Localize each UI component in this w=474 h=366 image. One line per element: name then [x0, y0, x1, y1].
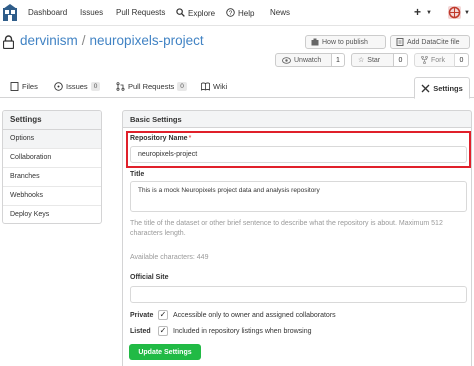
- sidebar-item-webhooks[interactable]: Webhooks: [3, 187, 101, 206]
- repo-tabs: Files Issues 0 Pull Requests 0 Wiki: [0, 77, 474, 98]
- required-marker: *: [188, 135, 192, 142]
- nav-help-label: Help: [238, 9, 255, 18]
- how-to-publish-label: How to publish: [322, 38, 368, 46]
- tab-issues-label: Issues: [66, 82, 88, 91]
- checkmark-icon: ✓: [159, 310, 167, 319]
- svg-text:?: ?: [229, 10, 233, 17]
- title-label: Title: [130, 171, 145, 178]
- eye-icon: [282, 56, 291, 64]
- tab-wiki[interactable]: Wiki: [201, 82, 227, 91]
- tab-pull-requests-label: Pull Requests: [128, 82, 175, 91]
- repo-owner-link[interactable]: dervinism: [20, 33, 78, 48]
- listed-row: Listed ✓ Included in repository listings…: [130, 326, 312, 336]
- fork-icon: [421, 56, 428, 64]
- title-help-text: The title of the dataset or other brief …: [130, 220, 443, 237]
- sidebar-item-deploy-keys[interactable]: Deploy Keys: [3, 206, 101, 223]
- nav-explore-label: Explore: [188, 9, 216, 18]
- repository-name-label: Repository Name*: [130, 135, 191, 142]
- code-file-icon: [10, 82, 19, 91]
- help-icon: ?: [226, 8, 235, 17]
- fork-button[interactable]: Fork: [414, 53, 455, 67]
- repository-name-input[interactable]: neuropixels-project: [130, 146, 467, 163]
- sidebar-header: Settings: [3, 111, 101, 130]
- top-navbar: Dashboard Issues Pull Requests Explore ?…: [0, 0, 474, 26]
- pull-request-icon: [116, 82, 125, 91]
- private-row: Private ✓ Accessible only to owner and a…: [130, 310, 336, 320]
- available-characters: Available characters: 449: [130, 254, 209, 261]
- tab-pull-requests[interactable]: Pull Requests 0: [116, 82, 187, 91]
- issue-icon: [54, 82, 63, 91]
- title-textarea[interactable]: This is a mock Neuropixels project data …: [130, 181, 467, 212]
- star-icon: ☆: [358, 57, 365, 64]
- unwatch-label: Unwatch: [294, 56, 322, 64]
- add-datacite-button[interactable]: Add DataCite file: [390, 35, 470, 49]
- repo-name-link[interactable]: neuropixels-project: [90, 33, 204, 48]
- fork-count[interactable]: 0: [455, 53, 469, 67]
- official-site-input[interactable]: [130, 286, 467, 303]
- create-plus-icon[interactable]: +: [414, 5, 421, 19]
- user-avatar[interactable]: [448, 6, 461, 19]
- star-count[interactable]: 0: [394, 53, 408, 67]
- private-label: Private: [130, 311, 154, 319]
- repo-title: dervinism / neuropixels-project: [20, 33, 204, 48]
- update-settings-button[interactable]: Update Settings: [129, 344, 201, 360]
- create-dropdown-caret-icon[interactable]: ▼: [426, 10, 432, 16]
- tab-settings-label: Settings: [433, 83, 463, 93]
- listed-checkbox[interactable]: ✓: [158, 326, 168, 336]
- gin-logo-icon[interactable]: [3, 4, 17, 21]
- tab-pull-requests-count: 0: [177, 82, 187, 91]
- tools-icon: [421, 84, 430, 92]
- listed-label: Listed: [130, 327, 151, 335]
- settings-sidebar: Settings Options Collaboration Branches …: [2, 110, 102, 224]
- nav-news[interactable]: News: [270, 8, 290, 17]
- tab-files-label: Files: [22, 82, 38, 91]
- book-icon: [201, 82, 210, 91]
- star-button[interactable]: ☆ Star: [351, 53, 394, 67]
- nav-dashboard[interactable]: Dashboard: [28, 8, 67, 17]
- tab-files[interactable]: Files: [10, 82, 38, 91]
- nav-issues[interactable]: Issues: [80, 8, 103, 17]
- file-icon: [396, 38, 404, 46]
- nav-explore[interactable]: Explore: [176, 8, 215, 18]
- watch-count[interactable]: 1: [332, 53, 345, 67]
- sidebar-item-collaboration[interactable]: Collaboration: [3, 149, 101, 168]
- unwatch-button[interactable]: Unwatch: [275, 53, 332, 67]
- publish-icon: [311, 38, 319, 46]
- basic-settings-header: Basic Settings: [122, 110, 472, 128]
- private-checkbox[interactable]: ✓: [158, 310, 168, 320]
- user-dropdown-caret-icon[interactable]: ▼: [464, 10, 470, 16]
- star-label: Star: [367, 56, 381, 64]
- private-description: Accessible only to owner and assigned co…: [173, 311, 336, 319]
- nav-pull-requests[interactable]: Pull Requests: [116, 8, 165, 17]
- official-site-label: Official Site: [130, 274, 169, 281]
- add-datacite-label: Add DataCite file: [407, 38, 460, 46]
- repo-title-separator: /: [81, 33, 86, 48]
- tab-settings[interactable]: Settings: [414, 77, 470, 99]
- repository-name-label-text: Repository Name: [130, 135, 188, 142]
- tab-issues-count: 0: [90, 82, 101, 91]
- tab-wiki-label: Wiki: [213, 82, 228, 91]
- fork-label: Fork: [431, 56, 445, 64]
- tab-issues[interactable]: Issues 0: [54, 82, 101, 91]
- nav-help[interactable]: ? Help: [226, 8, 254, 18]
- checkmark-icon: ✓: [159, 326, 167, 335]
- sidebar-item-branches[interactable]: Branches: [3, 168, 101, 187]
- search-icon: [176, 8, 185, 17]
- sidebar-item-options[interactable]: Options: [3, 130, 101, 149]
- how-to-publish-button[interactable]: How to publish: [305, 35, 386, 49]
- listed-description: Included in repository listings when bro…: [173, 327, 312, 335]
- lock-icon: [3, 35, 14, 49]
